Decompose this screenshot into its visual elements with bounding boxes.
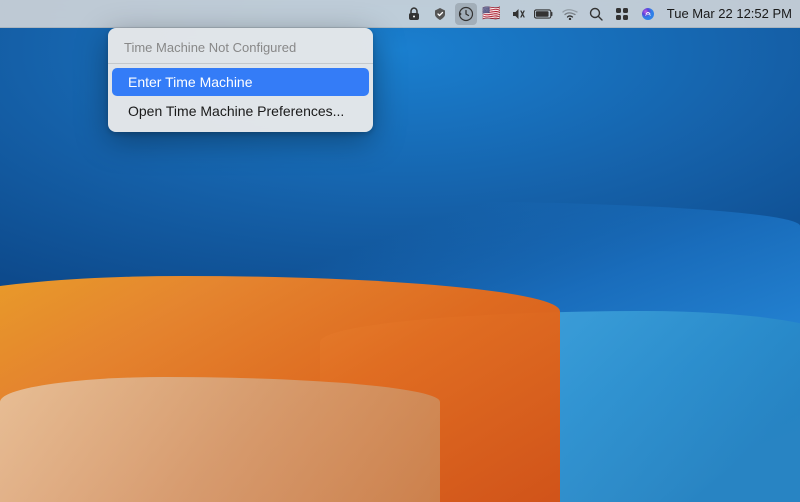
control-center-icon[interactable] [611, 3, 633, 25]
time-machine-dropdown: Time Machine Not Configured Enter Time M… [108, 28, 373, 132]
lock-icon[interactable] [403, 3, 425, 25]
battery-icon[interactable]: ⚡ [533, 3, 555, 25]
dropdown-title: Time Machine Not Configured [108, 34, 373, 59]
open-preferences-item[interactable]: Open Time Machine Preferences... [112, 97, 369, 125]
dropdown-separator [108, 63, 373, 64]
sound-icon[interactable] [507, 3, 529, 25]
enter-time-machine-item[interactable]: Enter Time Machine [112, 68, 369, 96]
menubar: 🇺🇸 ⚡ [0, 0, 800, 28]
menubar-datetime[interactable]: Tue Mar 22 12:52 PM [667, 6, 792, 21]
desktop-wave-4 [0, 377, 440, 502]
privacy-icon[interactable] [429, 3, 451, 25]
time-machine-menubar-icon[interactable] [455, 3, 477, 25]
wifi-icon[interactable] [559, 3, 581, 25]
siri-icon[interactable] [637, 3, 659, 25]
svg-text:⚡: ⚡ [553, 10, 554, 17]
menubar-right: 🇺🇸 ⚡ [403, 3, 792, 25]
keyboard-input-icon[interactable]: 🇺🇸 [481, 3, 503, 25]
spotlight-icon[interactable] [585, 3, 607, 25]
